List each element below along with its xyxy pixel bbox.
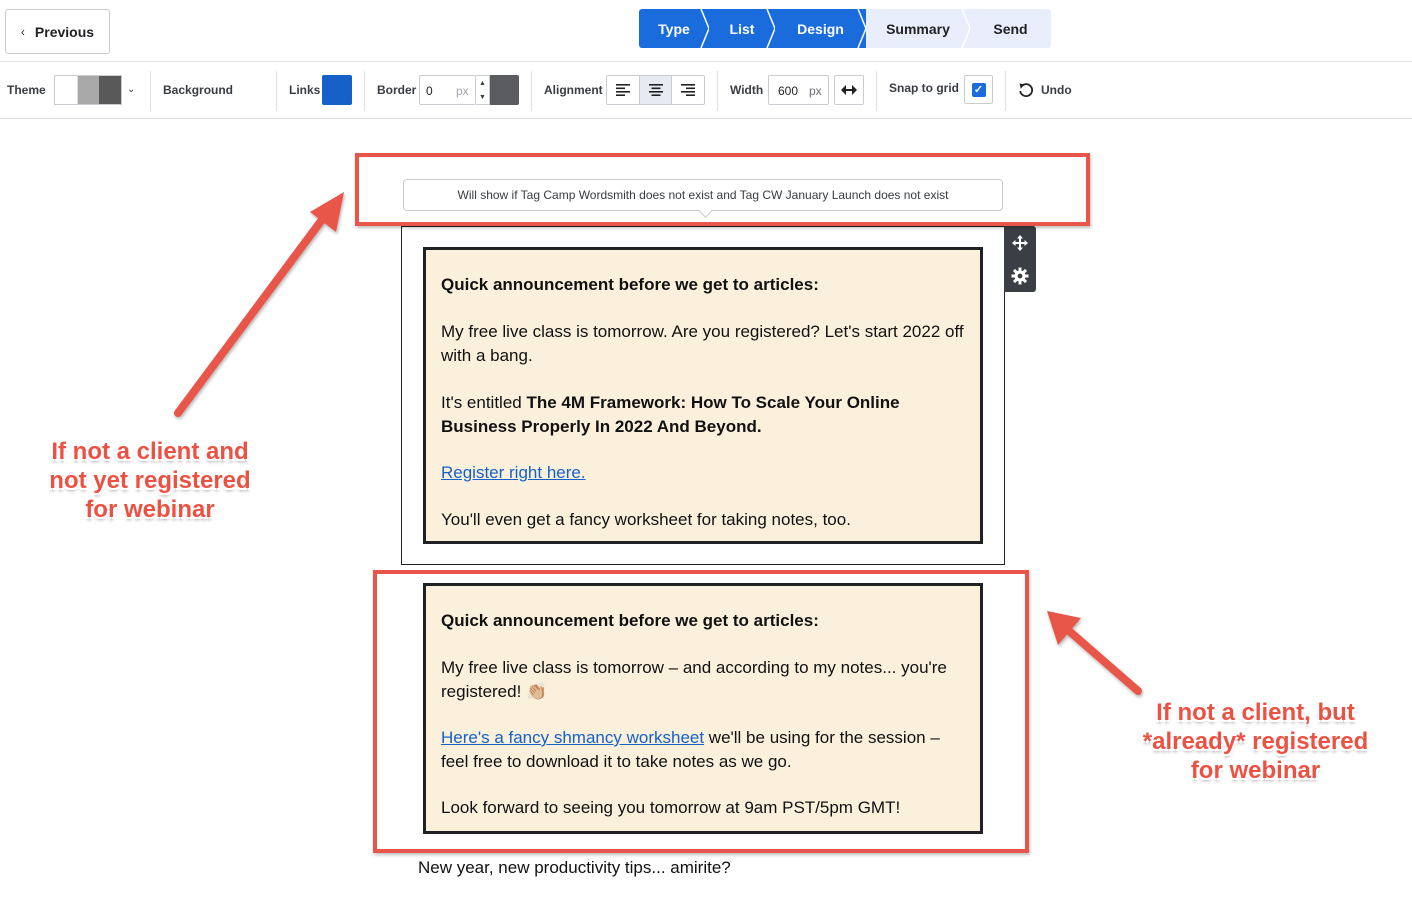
step-list-label: List (729, 20, 755, 37)
align-left-icon (615, 84, 630, 96)
align-right-button[interactable] (672, 76, 704, 104)
theme-picker[interactable] (54, 75, 122, 105)
align-right-icon (681, 84, 696, 96)
block1-link-wrapper: Register right here. (441, 461, 966, 485)
background-button[interactable]: Background (163, 83, 233, 97)
step-send[interactable]: Send (970, 9, 1051, 48)
snap-to-grid-checkbox[interactable]: ✓ (964, 75, 993, 104)
annotation-box-registered-block (373, 570, 1029, 853)
snap-to-grid-label: Snap to grid (889, 81, 959, 95)
step-type-label: Type (658, 20, 690, 37)
gear-icon[interactable] (1004, 259, 1036, 292)
toolbar-divider (531, 71, 532, 111)
step-design-label: Design (797, 20, 844, 37)
block1-paragraph-3: You'll even get a fancy worksheet for ta… (441, 510, 851, 529)
theme-swatch-mid (77, 76, 100, 104)
block1-heading: Quick announcement before we get to arti… (441, 275, 819, 294)
block-tools (1004, 226, 1036, 292)
theme-swatch-dark (99, 76, 122, 104)
toolbar-divider (876, 71, 877, 111)
toolbar-divider (717, 71, 718, 111)
top-nav: ‹ Previous Type List Design Summary Send (0, 0, 1412, 62)
border-width-stepper[interactable]: ▲ ▼ (476, 75, 490, 105)
chevron-down-icon[interactable]: ⌄ (127, 84, 135, 95)
stepper-down-icon[interactable]: ▼ (479, 94, 486, 101)
align-left-button[interactable] (607, 76, 640, 104)
annotation-left-note: If not a client and not yet registered f… (49, 438, 251, 523)
full-width-button[interactable] (834, 75, 864, 105)
chevron-left-icon: ‹ (20, 24, 25, 39)
stepper-up-icon[interactable]: ▲ (479, 80, 486, 87)
step-design[interactable]: Design (775, 9, 867, 48)
links-color-picker[interactable] (322, 75, 352, 105)
annotation-box-condition (355, 153, 1090, 226)
arrow-right-icon (1047, 611, 1142, 695)
border-color-picker[interactable] (490, 75, 519, 105)
toolbar-divider (364, 71, 365, 111)
toolbar-divider (150, 71, 151, 111)
undo-icon (1019, 83, 1034, 97)
step-summary[interactable]: Summary (866, 9, 971, 48)
toolbar-divider (1005, 71, 1006, 111)
width-value: 600 (778, 84, 799, 98)
width-input[interactable]: 600 px (768, 75, 829, 105)
previous-button[interactable]: ‹ Previous (5, 9, 110, 54)
align-center-button[interactable] (639, 76, 673, 104)
block1-paragraph-1: My free live class is tomorrow. Are you … (441, 322, 964, 365)
undo-button[interactable]: Undo (1018, 82, 1072, 98)
border-label: Border (377, 83, 417, 97)
step-send-label: Send (993, 20, 1028, 37)
announcement-block-unregistered[interactable]: Quick announcement before we get to arti… (423, 247, 983, 544)
expand-horizontal-icon (841, 85, 857, 95)
block1-paragraph-2: It's entitled The 4M Framework: How To S… (441, 393, 900, 436)
alignment-label: Alignment (544, 83, 603, 97)
undo-label: Undo (1041, 83, 1072, 97)
border-width-input[interactable]: 0 px (419, 75, 476, 105)
register-link[interactable]: Register right here. (441, 463, 586, 482)
border-width-value: 0 (426, 84, 433, 98)
body-text: New year, new productivity tips... amiri… (418, 858, 731, 877)
theme-label: Theme (7, 83, 46, 97)
previous-label: Previous (34, 23, 95, 40)
step-type[interactable]: Type (639, 9, 710, 48)
alignment-group (606, 75, 705, 105)
step-summary-label: Summary (886, 20, 950, 37)
width-label: Width (730, 83, 764, 97)
align-center-icon (648, 84, 663, 96)
border-width-unit: px (456, 84, 469, 98)
toolbar-divider (276, 71, 277, 111)
step-list[interactable]: List (709, 9, 776, 48)
arrow-left-icon (174, 192, 344, 417)
wizard-steps: Type List Design Summary Send (639, 9, 1051, 48)
move-icon[interactable] (1004, 226, 1036, 259)
annotation-right-note: If not a client, but *already* registere… (1142, 699, 1369, 784)
width-unit: px (809, 84, 822, 98)
links-label: Links (289, 83, 321, 97)
checkmark-icon: ✓ (971, 82, 986, 97)
theme-swatch-light (55, 76, 78, 104)
